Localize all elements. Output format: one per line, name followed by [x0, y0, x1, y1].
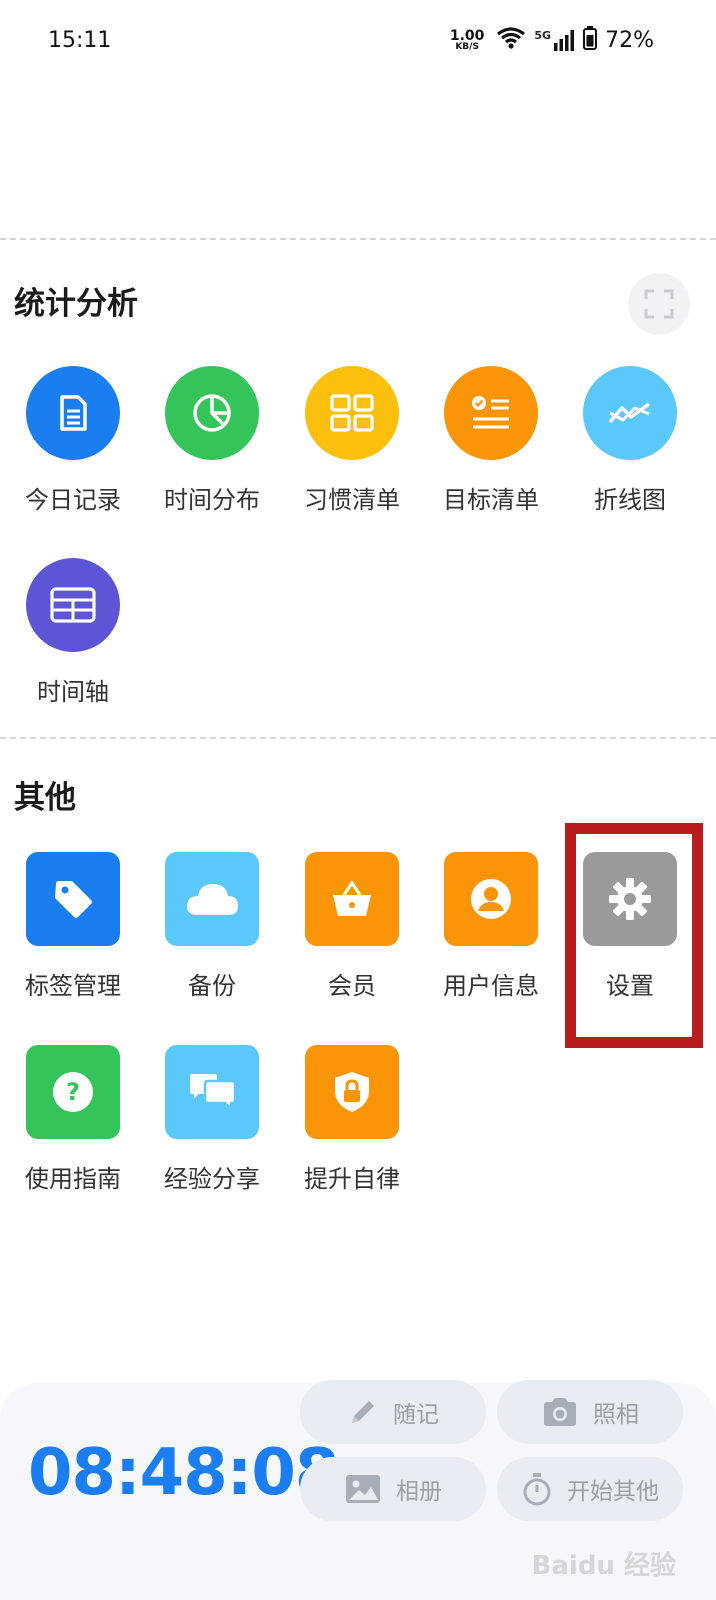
divider — [0, 238, 716, 240]
question-icon: ? — [26, 1045, 120, 1139]
network-speed: 1.00 KB/S — [450, 29, 485, 52]
checklist-icon — [444, 366, 538, 460]
tile-label: 经验分享 — [164, 1165, 260, 1193]
tile-label: 时间分布 — [164, 486, 260, 514]
document-icon — [26, 366, 120, 460]
tile-user-info[interactable]: 用户信息 — [418, 852, 558, 1002]
lock-shield-icon — [305, 1045, 399, 1139]
cellular-signal-icon: 5G — [534, 29, 575, 51]
timer-display[interactable]: 08:48:08 — [28, 1436, 339, 1510]
camera-icon — [544, 1398, 576, 1426]
chat-icon — [165, 1045, 259, 1139]
fullscreen-button[interactable] — [628, 273, 690, 335]
cloud-icon — [165, 852, 259, 946]
tile-label: 备份 — [188, 972, 236, 1000]
wifi-icon — [496, 26, 526, 54]
tile-self-discipline[interactable]: 提升自律 — [279, 1045, 419, 1195]
status-bar: 15:11 1.00 KB/S 5G 72% — [0, 0, 716, 84]
tile-label: 用户信息 — [443, 972, 539, 1000]
album-button[interactable]: 相册 — [300, 1457, 486, 1521]
divider — [0, 737, 716, 739]
grid-icon — [305, 366, 399, 460]
camera-label: 照相 — [593, 1402, 639, 1428]
tile-backup[interactable]: 备份 — [139, 852, 279, 1002]
start-other-label: 开始其他 — [567, 1479, 659, 1505]
pie-chart-icon — [165, 366, 259, 460]
user-icon — [444, 852, 538, 946]
camera-button[interactable]: 照相 — [497, 1380, 683, 1444]
fullscreen-icon — [644, 289, 674, 319]
start-other-button[interactable]: 开始其他 — [497, 1457, 683, 1521]
network-speed-value: 1.00 — [449, 27, 485, 44]
tile-time-distribution[interactable]: 时间分布 — [139, 366, 279, 516]
basket-icon — [305, 852, 399, 946]
tile-timeline[interactable]: 时间轴 — [0, 558, 140, 708]
watermark: Baidu 经验 — [531, 1551, 676, 1581]
tile-label: 使用指南 — [25, 1165, 121, 1193]
tile-tag-management[interactable]: 标签管理 — [0, 852, 140, 1002]
pencil-icon — [352, 1401, 374, 1423]
image-icon — [346, 1475, 380, 1503]
tile-label: 今日记录 — [25, 486, 121, 514]
album-label: 相册 — [396, 1479, 442, 1505]
quick-note-button[interactable]: 随记 — [300, 1380, 486, 1444]
network-type: 5G — [534, 29, 552, 42]
section-title-other: 其他 — [14, 780, 76, 816]
tile-label: 时间轴 — [37, 678, 109, 706]
stopwatch-icon — [523, 1473, 551, 1506]
status-icons: 1.00 KB/S 5G 72% — [450, 26, 654, 54]
tile-habit-list[interactable]: 习惯清单 — [279, 366, 419, 516]
network-speed-unit: KB/S — [455, 41, 479, 52]
tile-line-chart[interactable]: 折线图 — [557, 366, 697, 516]
tile-goal-list[interactable]: 目标清单 — [418, 366, 558, 516]
tile-experience-share[interactable]: 经验分享 — [139, 1045, 279, 1195]
tile-label: 习惯清单 — [304, 486, 400, 514]
table-icon — [26, 558, 120, 652]
section-title-stats: 统计分析 — [14, 286, 138, 322]
tile-user-guide[interactable]: ? 使用指南 — [0, 1045, 140, 1195]
quick-note-label: 随记 — [393, 1402, 439, 1428]
tile-today-record[interactable]: 今日记录 — [0, 366, 140, 516]
tile-label: 会员 — [328, 972, 376, 1000]
battery-icon — [583, 26, 598, 54]
battery-percent: 72% — [605, 27, 654, 53]
tile-label: 折线图 — [594, 486, 666, 514]
line-chart-icon — [583, 366, 677, 460]
tile-membership[interactable]: 会员 — [279, 852, 419, 1002]
tile-label: 目标清单 — [443, 486, 539, 514]
svg-text:?: ? — [66, 1078, 80, 1106]
status-time: 15:11 — [48, 28, 112, 53]
tile-label: 标签管理 — [25, 972, 121, 1000]
tile-label: 提升自律 — [304, 1165, 400, 1193]
tag-icon — [26, 852, 120, 946]
highlight-box — [565, 823, 703, 1048]
